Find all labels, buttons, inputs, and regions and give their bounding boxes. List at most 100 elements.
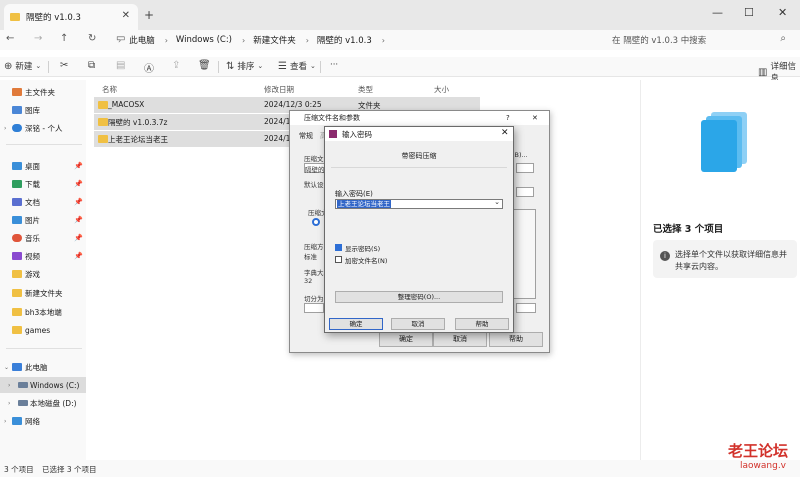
paste-icon[interactable]: ▤ <box>116 60 125 71</box>
tab-close-icon[interactable]: ✕ <box>122 10 130 21</box>
details-message: 选择单个文件以获取详细信息并共享云内容。 <box>675 250 787 271</box>
sidebar-item-new-folder[interactable]: 新建文件夹 <box>0 285 86 301</box>
sidebar-item-music[interactable]: 音乐 📌 <box>0 230 86 246</box>
view-label: 查看 <box>289 62 307 72</box>
chevron-right-icon[interactable]: › <box>8 400 10 407</box>
navigation-pane: 主文件夹 图库 › 深铭 - 个人 桌面 📌 下载 📌 文档 📌 图片 📌 音乐… <box>0 80 86 460</box>
sidebar-item-gallery[interactable]: 图库 <box>0 102 86 118</box>
compression-method-label: 压缩方 <box>304 243 324 251</box>
password-input[interactable]: 上老王论坛当老王 ⌄ <box>335 198 503 209</box>
help-icon[interactable]: ? <box>506 111 510 125</box>
toolbar-divider <box>320 61 321 73</box>
sidebar-item-onedrive[interactable]: › 深铭 - 个人 <box>0 120 86 136</box>
show-password-checkbox[interactable]: 显示密码(S) <box>335 243 455 253</box>
tab-general[interactable]: 常规 <box>299 131 313 141</box>
sidebar-item-desktop[interactable]: 桌面 📌 <box>0 158 86 174</box>
winrar-icon <box>329 130 337 138</box>
archive-name-value: 隔壁的 <box>305 166 325 174</box>
sidebar-item-bh3[interactable]: bh3本地端 <box>0 304 86 320</box>
sidebar-item-games[interactable]: games <box>0 322 86 338</box>
header-divider <box>331 167 507 168</box>
archive-path-dropdown[interactable] <box>516 163 534 173</box>
forward-arrow-icon[interactable]: → <box>34 33 42 44</box>
crumb-this-pc[interactable]: 此电脑 <box>129 34 155 46</box>
minimize-button[interactable]: — <box>712 6 723 19</box>
maximize-button[interactable]: ☐ <box>744 6 754 19</box>
update-mode-dropdown[interactable] <box>516 187 534 197</box>
sidebar-item-windows-c[interactable]: › Windows (C:) <box>0 377 86 393</box>
close-icon[interactable]: ✕ <box>501 128 509 138</box>
pin-icon[interactable]: 📌 <box>74 216 83 224</box>
share-icon[interactable]: ⇪ <box>172 60 180 71</box>
split-volume-field[interactable] <box>304 303 324 313</box>
chevron-right-icon[interactable]: › <box>8 382 10 389</box>
show-password-label: 显示密码(S) <box>345 245 381 253</box>
compression-method-value: 标准 <box>304 253 317 261</box>
sidebar-item-games-cn[interactable]: 游戏 <box>0 266 86 282</box>
back-arrow-icon[interactable]: ← <box>6 33 14 44</box>
tab-title: 隔壁的 v1.0.3 <box>26 13 81 23</box>
format-radio[interactable] <box>312 218 320 226</box>
folder-icon <box>98 101 108 109</box>
help-button[interactable]: 帮助 <box>489 332 543 347</box>
sort-button[interactable]: ⇅ 排序 ⌄ <box>226 60 266 73</box>
sidebar-item-documents[interactable]: 文档 📌 <box>0 194 86 210</box>
column-header-type[interactable]: 类型 <box>358 84 373 95</box>
rename-icon[interactable]: Ⓐ <box>144 60 154 75</box>
more-button[interactable]: ··· <box>330 60 338 70</box>
cut-icon[interactable]: ✂ <box>60 60 68 71</box>
explorer-tab[interactable]: 隔壁的 v1.0.3 ✕ <box>4 4 138 30</box>
sidebar-item-pictures[interactable]: 图片 📌 <box>0 212 86 228</box>
column-header-date[interactable]: 修改日期 <box>264 84 294 95</box>
toolbar-divider <box>48 61 49 73</box>
cloud-icon <box>12 124 22 132</box>
sidebar-item-disk-d[interactable]: › 本地磁盘 (D:) <box>0 395 86 411</box>
ok-button[interactable]: 确定 <box>329 318 383 330</box>
new-tab-button[interactable]: + <box>144 8 154 22</box>
refresh-icon[interactable]: ↻ <box>88 33 96 44</box>
sidebar-item-home[interactable]: 主文件夹 <box>0 84 86 100</box>
crumb-new-folder[interactable]: 新建文件夹 <box>253 34 296 46</box>
pin-icon[interactable]: 📌 <box>74 198 83 206</box>
sidebar-item-videos[interactable]: 视频 📌 <box>0 248 86 264</box>
chevron-down-icon[interactable]: ⌄ <box>4 364 9 371</box>
close-window-button[interactable]: ✕ <box>778 6 787 19</box>
delete-icon[interactable]: 🗑 <box>198 60 211 71</box>
column-header-name[interactable]: 名称 <box>102 84 117 95</box>
sidebar-item-downloads[interactable]: 下载 📌 <box>0 176 86 192</box>
password-label: 输入密码(E) <box>335 190 373 198</box>
cancel-button[interactable]: 取消 <box>391 318 445 330</box>
crumb-current-folder[interactable]: 隔壁的 v1.0.3 <box>317 34 372 46</box>
pin-icon[interactable]: 📌 <box>74 234 83 242</box>
sidebar-item-label: 图库 <box>25 105 40 115</box>
close-icon[interactable]: ✕ <box>532 111 538 125</box>
copy-icon[interactable]: ⧉ <box>88 60 95 71</box>
crumb-windows-c[interactable]: Windows (C:) <box>176 35 232 45</box>
column-header-size[interactable]: 大小 <box>434 84 449 95</box>
encrypt-filenames-checkbox[interactable]: 加密文件名(N) <box>335 255 455 265</box>
new-button[interactable]: ⊕ 新建 ⌄ <box>4 60 44 73</box>
chevron-right-icon[interactable]: › <box>4 418 6 425</box>
sidebar-item-this-pc[interactable]: ⌄ 此电脑 <box>0 359 86 375</box>
ok-button[interactable]: 确定 <box>379 332 433 347</box>
help-button[interactable]: 帮助 <box>455 318 509 330</box>
sidebar-item-label: 下载 <box>25 179 40 189</box>
sidebar-item-label: 文档 <box>25 197 40 207</box>
cancel-button[interactable]: 取消 <box>433 332 487 347</box>
address-bar: ← → ↑ ↻ ▭ › 此电脑 › Windows (C:) › 新建文件夹 ›… <box>0 30 800 50</box>
sidebar-item-label: 图片 <box>25 215 40 225</box>
extra-field[interactable] <box>516 303 536 313</box>
chevron-down-icon[interactable]: ⌄ <box>494 198 500 206</box>
manage-passwords-button[interactable]: 整理密码(O)... <box>335 291 503 303</box>
up-arrow-icon[interactable]: ↑ <box>60 33 68 44</box>
pin-icon[interactable]: 📌 <box>74 162 83 170</box>
chevron-down-icon: ⌄ <box>257 62 264 70</box>
chevron-right-icon[interactable]: › <box>4 125 6 132</box>
view-button[interactable]: ☰ 查看 ⌄ <box>278 60 319 73</box>
pin-icon[interactable]: 📌 <box>74 252 83 260</box>
sidebar-item-network[interactable]: › 网络 <box>0 413 86 429</box>
new-label: 新建 <box>15 62 33 72</box>
pin-icon[interactable]: 📌 <box>74 180 83 188</box>
folder-icon <box>12 308 22 316</box>
search-input[interactable]: 在 隔壁的 v1.0.3 中搜索 ⌕ <box>602 32 788 48</box>
